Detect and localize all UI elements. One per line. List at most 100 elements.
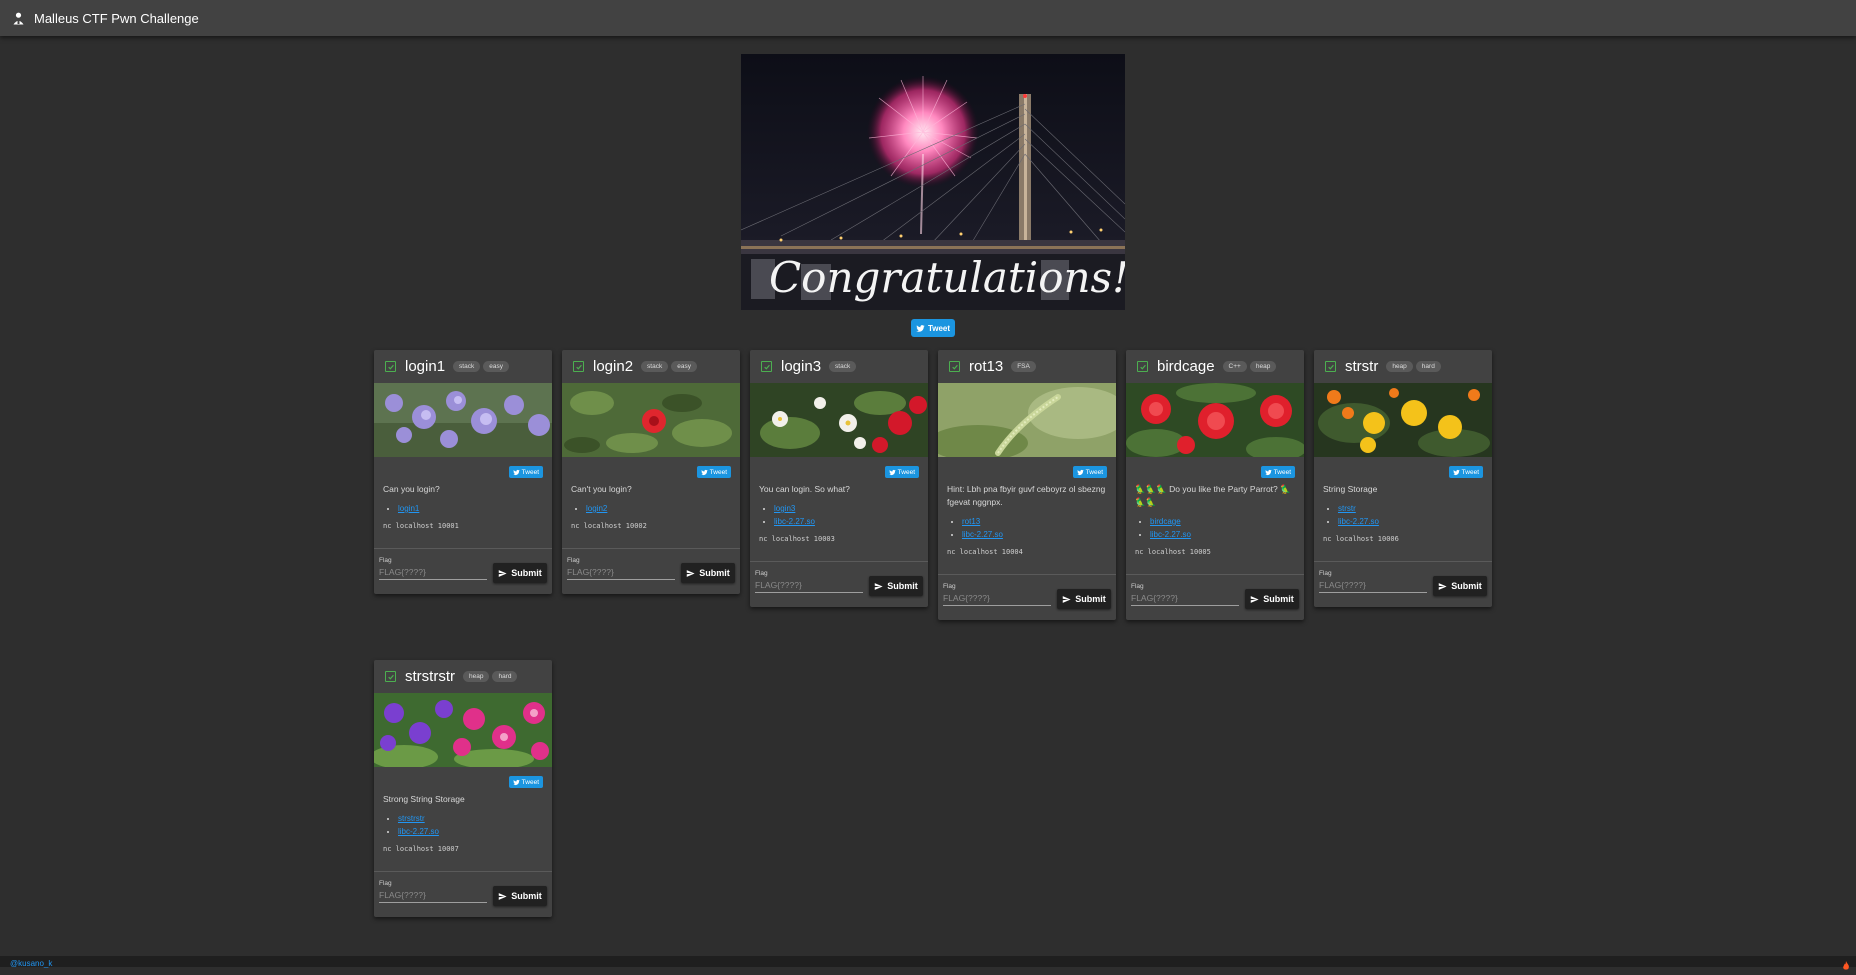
card-description: 🦜🦜🦜 Do you like the Party Parrot? 🦜🦜🦜 bbox=[1135, 484, 1291, 507]
tag-chip: heap bbox=[1386, 361, 1413, 372]
twitter-bird-icon bbox=[513, 469, 520, 476]
card-tweet-button[interactable]: Tweet bbox=[1448, 466, 1483, 478]
twitter-bird-icon bbox=[1265, 469, 1272, 476]
flag-input[interactable] bbox=[379, 888, 487, 903]
submit-label: Submit bbox=[511, 568, 542, 578]
card-tweet-label: Tweet bbox=[1085, 468, 1103, 476]
download-link[interactable]: login2 bbox=[586, 504, 607, 513]
submit-button[interactable]: Submit bbox=[1057, 589, 1111, 609]
flag-input[interactable] bbox=[943, 591, 1051, 606]
send-icon bbox=[498, 569, 507, 578]
challenge-card-strstr: strstr heap hard Tweet String Storage st… bbox=[1314, 350, 1492, 607]
flag-form: Flag Submit bbox=[938, 574, 1116, 620]
tweet-button-label: Tweet bbox=[927, 323, 951, 333]
submit-button[interactable]: Submit bbox=[493, 886, 547, 906]
card-title: rot13 bbox=[969, 358, 1004, 375]
submit-button[interactable]: Submit bbox=[1245, 589, 1299, 609]
card-tweet-label: Tweet bbox=[1273, 468, 1291, 476]
submit-label: Submit bbox=[887, 581, 918, 591]
challenge-card-login3: login3 stack Tweet You can login. So wha… bbox=[750, 350, 928, 607]
download-link[interactable]: libc-2.27.so bbox=[774, 517, 815, 526]
flag-label: Flag bbox=[567, 557, 580, 564]
flag-input[interactable] bbox=[1131, 591, 1239, 606]
card-tweet-button[interactable]: Tweet bbox=[696, 466, 731, 478]
send-icon bbox=[1062, 595, 1071, 604]
card-description: Strong String Storage bbox=[383, 794, 465, 804]
download-link[interactable]: login1 bbox=[398, 504, 419, 513]
flag-input[interactable] bbox=[379, 565, 487, 580]
card-description: Can't you login? bbox=[571, 484, 632, 494]
list-item: rot13 bbox=[962, 515, 1116, 528]
nc-command: nc localhost 10007 bbox=[383, 845, 459, 853]
twitter-bird-icon bbox=[889, 469, 896, 476]
flag-form: Flag Submit bbox=[374, 548, 552, 594]
flag-label: Flag bbox=[943, 583, 956, 590]
download-links: login3 libc-2.27.so bbox=[750, 502, 928, 528]
card-tweet-button[interactable]: Tweet bbox=[508, 776, 543, 788]
download-link[interactable]: strstr bbox=[1338, 504, 1356, 513]
submit-button[interactable]: Submit bbox=[493, 563, 547, 583]
flag-label: Flag bbox=[1131, 583, 1144, 590]
download-link[interactable]: libc-2.27.so bbox=[1150, 530, 1191, 539]
flag-label: Flag bbox=[379, 880, 392, 887]
fireworks-bridge-image: Congratulations! bbox=[741, 54, 1125, 310]
card-tweet-button[interactable]: Tweet bbox=[1260, 466, 1295, 478]
submit-label: Submit bbox=[1075, 594, 1106, 604]
list-item: login3 bbox=[774, 502, 928, 515]
card-tweet-label: Tweet bbox=[897, 468, 915, 476]
card-title: login3 bbox=[781, 358, 822, 375]
submit-button[interactable]: Submit bbox=[869, 576, 923, 596]
download-links: rot13 libc-2.27.so bbox=[938, 515, 1116, 541]
app-bar: Malleus CTF Pwn Challenge bbox=[0, 0, 1856, 36]
twitter-bird-icon bbox=[1453, 469, 1460, 476]
card-tweet-button[interactable]: Tweet bbox=[1072, 466, 1107, 478]
download-links: strstr libc-2.27.so bbox=[1314, 502, 1492, 528]
challenge-card-strstrstr: strstrstr heap hard Tweet Strong String … bbox=[374, 660, 552, 917]
challenge-card-login2: login2 stack easy Tweet Can't you login?… bbox=[562, 350, 740, 594]
solved-check-icon bbox=[573, 361, 584, 372]
submit-button[interactable]: Submit bbox=[1433, 576, 1487, 596]
list-item: birdcage bbox=[1150, 515, 1304, 528]
list-item: libc-2.27.so bbox=[1150, 528, 1304, 541]
congratulations-text: Congratulations! bbox=[769, 253, 1125, 302]
card-tweet-label: Tweet bbox=[521, 778, 539, 786]
card-title: login2 bbox=[593, 358, 634, 375]
download-link[interactable]: login3 bbox=[774, 504, 795, 513]
card-description: String Storage bbox=[1323, 484, 1378, 494]
flag-form: Flag Submit bbox=[562, 548, 740, 594]
send-icon bbox=[1250, 595, 1259, 604]
card-tweet-button[interactable]: Tweet bbox=[884, 466, 919, 478]
card-title: strstr bbox=[1345, 358, 1379, 375]
download-links: strstrstr libc-2.27.so bbox=[374, 812, 552, 838]
download-link[interactable]: libc-2.27.so bbox=[398, 827, 439, 836]
download-links: birdcage libc-2.27.so bbox=[1126, 515, 1304, 541]
flag-input[interactable] bbox=[567, 565, 675, 580]
flag-input[interactable] bbox=[1319, 578, 1427, 593]
flag-form: Flag Submit bbox=[374, 871, 552, 917]
card-tweet-label: Tweet bbox=[709, 468, 727, 476]
nc-command: nc localhost 10006 bbox=[1323, 535, 1399, 543]
twitter-bird-icon bbox=[1077, 469, 1084, 476]
download-link[interactable]: libc-2.27.so bbox=[962, 530, 1003, 539]
list-item: libc-2.27.so bbox=[398, 825, 552, 838]
submit-button[interactable]: Submit bbox=[681, 563, 735, 583]
download-link[interactable]: rot13 bbox=[962, 517, 980, 526]
download-link[interactable]: strstrstr bbox=[398, 814, 425, 823]
card-flower-image bbox=[374, 383, 552, 457]
solved-check-icon bbox=[385, 361, 396, 372]
list-item: libc-2.27.so bbox=[962, 528, 1116, 541]
tag-chip: FSA bbox=[1011, 361, 1036, 372]
tag-chip: hard bbox=[492, 671, 518, 682]
card-header: login2 stack easy bbox=[562, 350, 740, 383]
nc-command: nc localhost 10001 bbox=[383, 522, 459, 530]
download-link[interactable]: birdcage bbox=[1150, 517, 1181, 526]
card-header: strstr heap hard bbox=[1314, 350, 1492, 383]
submit-label: Submit bbox=[511, 891, 542, 901]
card-flower-image bbox=[1314, 383, 1492, 457]
tweet-button[interactable]: Tweet bbox=[911, 319, 955, 337]
flag-input[interactable] bbox=[755, 578, 863, 593]
card-tweet-button[interactable]: Tweet bbox=[508, 466, 543, 478]
download-link[interactable]: libc-2.27.so bbox=[1338, 517, 1379, 526]
card-flower-image bbox=[562, 383, 740, 457]
send-icon bbox=[686, 569, 695, 578]
